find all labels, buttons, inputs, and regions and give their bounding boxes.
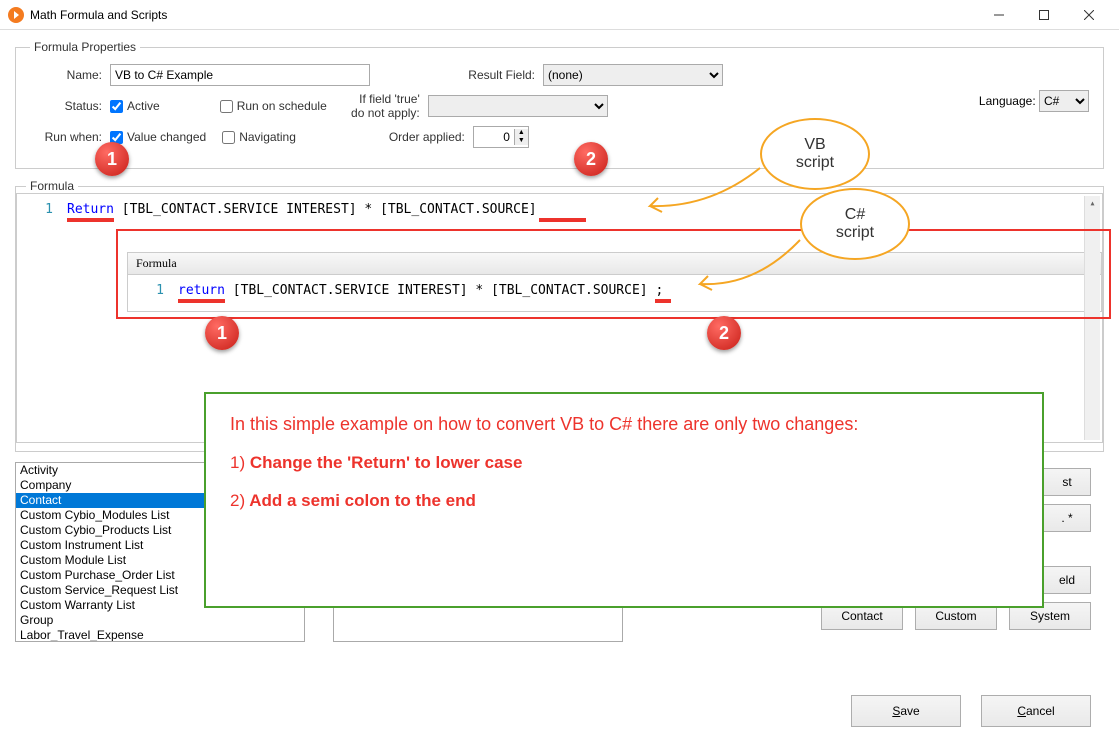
table-list-item[interactable]: Labor_Travel_Expense [16,628,304,642]
table-list-item[interactable]: Group [16,613,304,628]
field-button[interactable]: eld [1043,566,1091,594]
cancel-button[interactable]: Cancel [981,695,1091,727]
badge-2-top: 2 [574,142,608,176]
language-label: Language: [979,94,1036,108]
badge-1-top: 1 [95,142,129,176]
explanation-box: In this simple example on how to convert… [204,392,1044,608]
status-label: Status: [30,99,102,113]
run-schedule-label: Run on schedule [237,99,327,113]
inner-formula-legend: Formula [128,253,1101,275]
app-icon [8,7,24,23]
result-field-select[interactable]: (none) [543,64,723,86]
inner-line-number: 1 [138,283,178,303]
title-bar: Math Formula and Scripts [0,0,1119,30]
explain-title: In this simple example on how to convert… [230,414,1018,435]
spin-up[interactable]: ▲ [515,129,528,137]
maximize-button[interactable] [1021,1,1066,29]
window-title: Math Formula and Scripts [30,8,976,22]
name-field[interactable] [110,64,370,86]
line-number: 1 [27,202,67,222]
inner-formula-panel: Formula 1 return [TBL_CONTACT.SERVICE IN… [127,252,1102,312]
run-schedule-checkbox[interactable] [220,100,233,113]
badge-2-bottom: 2 [707,316,741,350]
active-label: Active [127,99,160,113]
badge-1-bottom: 1 [205,316,239,350]
name-label: Name: [30,68,102,82]
explain-point-2: 2) Add a semi colon to the end [230,491,1018,511]
minimize-button[interactable] [976,1,1021,29]
order-label: Order applied: [312,130,465,144]
language-select[interactable]: C# [1039,90,1089,112]
test-button[interactable]: st [1043,468,1091,496]
explain-point-1: 1) Change the 'Return' to lower case [230,453,1018,473]
scroll-up-icon[interactable]: ▴ [1085,196,1100,212]
active-checkbox[interactable] [110,100,123,113]
vb-code-line: Return [TBL_CONTACT.SERVICE INTEREST] * … [67,202,586,222]
formula-properties-legend: Formula Properties [30,40,140,54]
navigating-checkbox[interactable] [222,131,235,144]
close-button[interactable] [1066,1,1111,29]
save-button[interactable]: Save [851,695,961,727]
if-field-label: If field 'true' do not apply: [343,92,420,120]
result-field-label: Result Field: [370,68,535,82]
dialog-footer: Save Cancel [851,695,1091,727]
spin-down[interactable]: ▼ [515,137,528,145]
runwhen-label: Run when: [30,130,102,144]
star-button[interactable]: . * [1043,504,1091,532]
formula-properties-group: Formula Properties Name: Result Field: (… [15,40,1104,169]
formula-scrollbar[interactable]: ▴ [1084,196,1100,440]
formula-legend: Formula [26,179,78,193]
value-changed-label: Value changed [127,130,206,144]
navigating-label: Navigating [239,130,296,144]
cs-code-line: return [TBL_CONTACT.SERVICE INTEREST] * … [178,283,671,303]
order-spinner[interactable]: ▲▼ [473,126,529,148]
if-field-select[interactable] [428,95,608,117]
order-value[interactable] [474,130,514,144]
